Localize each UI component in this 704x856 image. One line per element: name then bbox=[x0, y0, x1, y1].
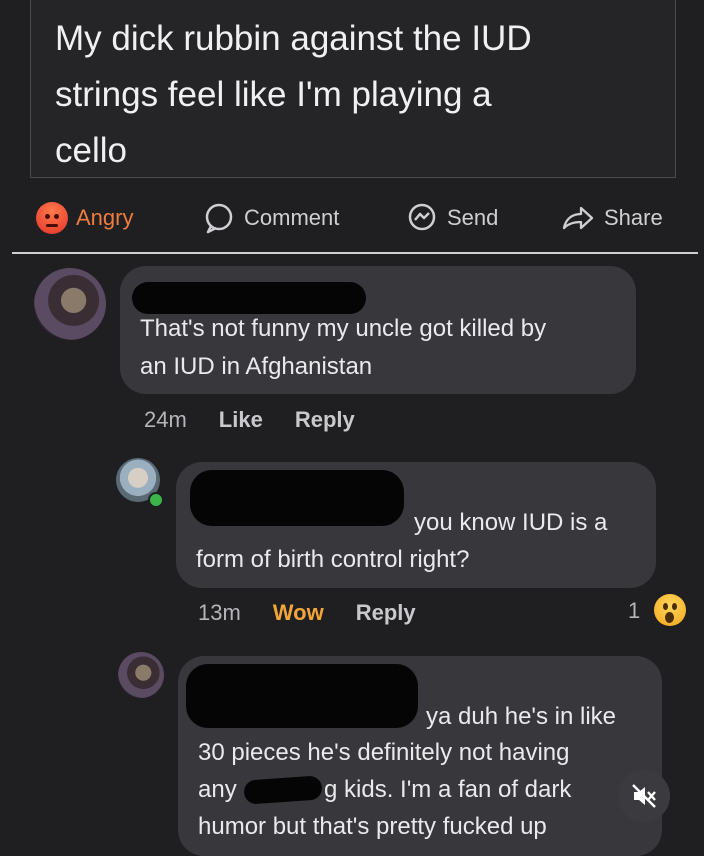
comment-time: 24m bbox=[144, 407, 187, 432]
comment-button[interactable]: Comment bbox=[202, 198, 339, 238]
redacted-name bbox=[190, 470, 404, 526]
online-status-icon bbox=[148, 492, 164, 508]
reply-button[interactable]: Reply bbox=[356, 600, 416, 626]
comment-text-line: That's not funny my uncle got killed by bbox=[140, 315, 547, 342]
post-text-line: cello bbox=[55, 131, 127, 170]
speaker-muted-icon bbox=[632, 784, 656, 808]
post-container: My dick rubbin against the IUD strings f… bbox=[30, 0, 676, 178]
reply-button[interactable]: Reply bbox=[295, 407, 355, 433]
avatar[interactable] bbox=[118, 652, 164, 698]
angry-emoji-icon bbox=[36, 202, 68, 234]
comment-text: That's not funny my uncle got killed by … bbox=[140, 310, 620, 386]
share-button[interactable]: Share bbox=[560, 198, 663, 238]
divider bbox=[12, 252, 698, 254]
wow-reaction-button[interactable]: Wow bbox=[273, 600, 324, 626]
comment-text-line: humor but that's pretty fucked up bbox=[198, 813, 547, 840]
reaction-count: 1 bbox=[628, 598, 641, 623]
comment-text-line: 30 pieces he's definitely not having bbox=[198, 739, 570, 766]
share-arrow-icon bbox=[562, 206, 594, 230]
share-label: Share bbox=[604, 205, 663, 230]
comment-label: Comment bbox=[244, 205, 340, 230]
send-label: Send bbox=[447, 205, 499, 230]
like-button[interactable]: Like bbox=[219, 407, 263, 433]
angry-label: Angry bbox=[76, 205, 134, 230]
comment-text-line: an IUD in Afghanistan bbox=[140, 353, 373, 380]
comment-time: 13m bbox=[198, 600, 241, 625]
comment-meta: 24m Like Reply bbox=[144, 407, 387, 433]
avatar[interactable] bbox=[34, 268, 106, 340]
post-actions-bar: Angry Comment Send Share bbox=[0, 190, 704, 246]
wow-emoji-icon[interactable] bbox=[654, 594, 686, 626]
mute-button[interactable] bbox=[618, 770, 670, 822]
comment-text-line: any bbox=[198, 776, 237, 803]
angry-reaction-button[interactable]: Angry bbox=[36, 198, 133, 238]
comment-text-line: form of birth control right? bbox=[196, 546, 470, 573]
comment-text-line: ya duh he's in like bbox=[426, 703, 617, 730]
post-text: My dick rubbin against the IUD strings f… bbox=[55, 11, 655, 179]
send-button[interactable]: Send bbox=[405, 198, 498, 238]
post-text-line: My dick rubbin against the IUD bbox=[55, 19, 532, 58]
comment-text-line: you know IUD is a bbox=[414, 509, 608, 536]
redacted-name bbox=[186, 664, 418, 728]
messenger-icon bbox=[408, 203, 436, 231]
post-text-line: strings feel like I'm playing a bbox=[55, 75, 492, 114]
comment-meta: 13m Wow Reply bbox=[198, 600, 448, 626]
comment-text-line: g kids. I'm a fan of dark bbox=[324, 776, 572, 803]
comment-icon bbox=[205, 203, 233, 234]
